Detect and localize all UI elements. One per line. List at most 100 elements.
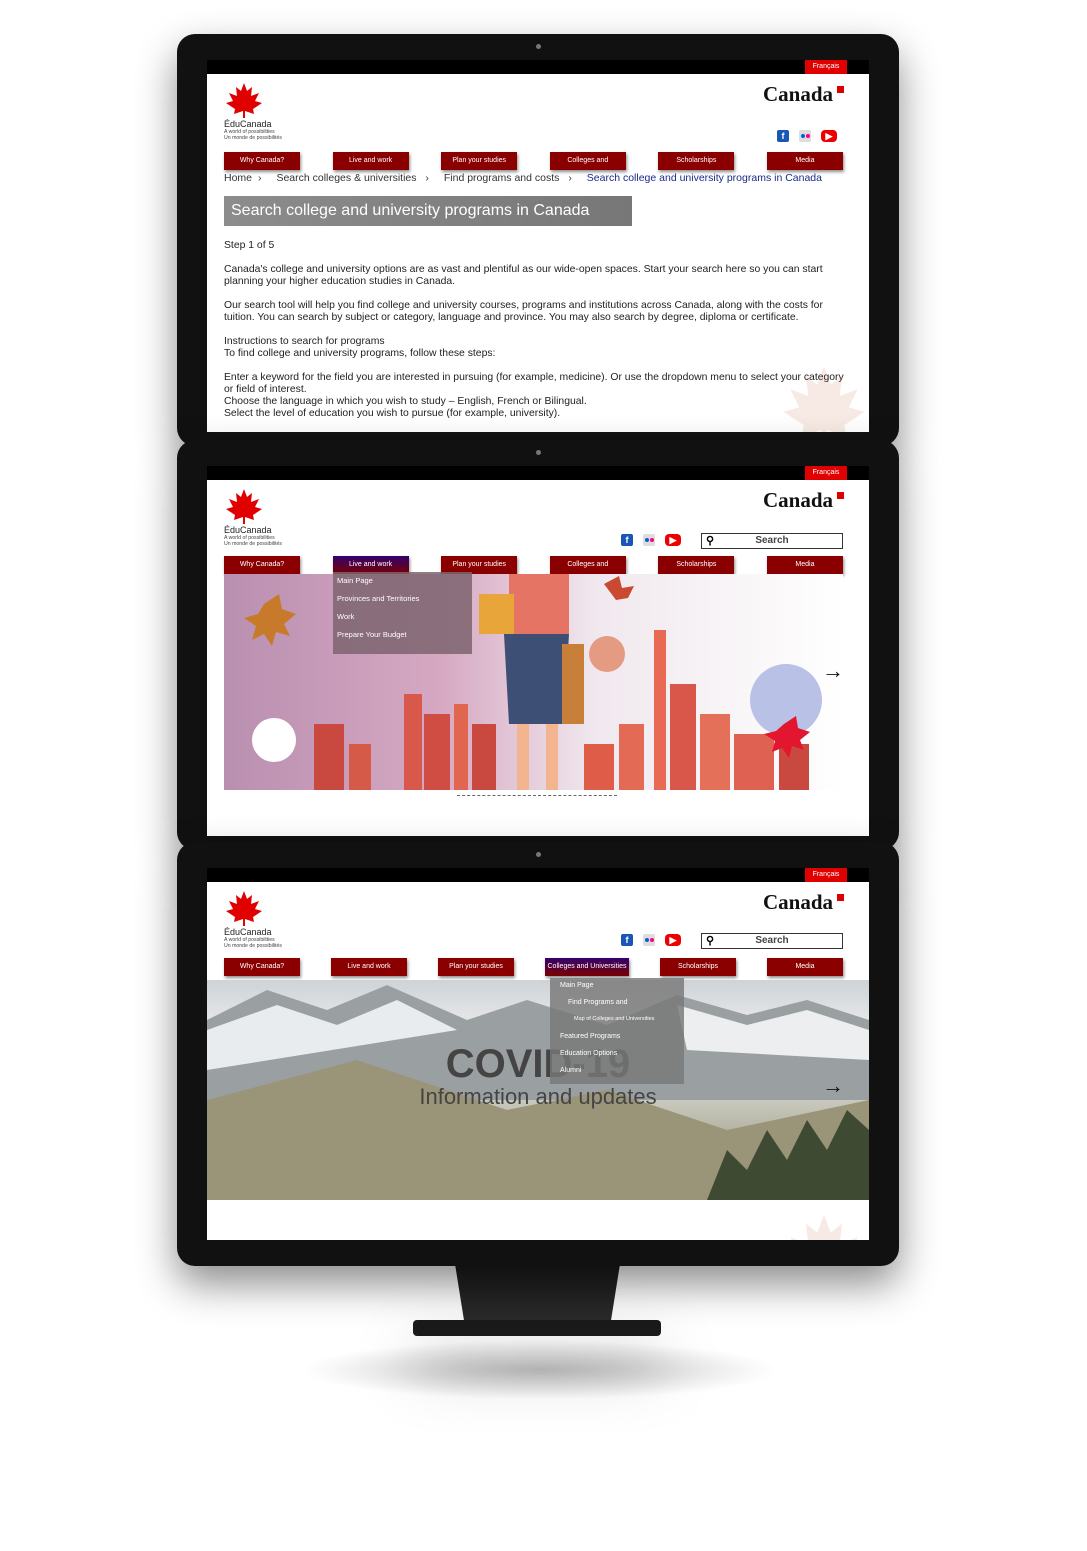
- carousel-next-arrow-icon[interactable]: →: [822, 1073, 844, 1099]
- educanada-logo[interactable]: ÉduCanada A world of possibilities Un mo…: [224, 82, 304, 146]
- canada-flag-icon: [834, 86, 844, 93]
- nav-why-canada[interactable]: Why Canada?: [224, 556, 300, 574]
- nav-media[interactable]: Media: [766, 152, 843, 170]
- nav-colleges-and-universities[interactable]: Colleges and Universities: [549, 152, 626, 182]
- nav-colleges-and-universities[interactable]: Colleges and Universities: [549, 556, 626, 586]
- dropdown-item-main-page[interactable]: Main Page: [337, 576, 468, 594]
- logo-tagline-fr: Un monde de possibilités: [224, 943, 282, 949]
- monitor-stand-base: [413, 1320, 661, 1336]
- carousel-next-arrow-icon[interactable]: →: [822, 658, 844, 684]
- dropdown-item-alumni[interactable]: Alumni: [556, 1067, 678, 1084]
- nav-media[interactable]: Media: [766, 556, 843, 574]
- facebook-icon[interactable]: f: [777, 130, 789, 142]
- covid-title: COVID-19: [445, 1042, 631, 1086]
- nav-why-canada[interactable]: Why Canada?: [224, 958, 300, 976]
- logo-name: ÉduCanada: [224, 525, 272, 535]
- canada-wordmark-text: Canada: [762, 488, 833, 512]
- top-bar: [207, 60, 869, 74]
- main-nav: Why Canada? Live and work Plan your stud…: [224, 152, 843, 182]
- canada-flag-icon: [834, 492, 844, 499]
- logo-name: ÉduCanada: [224, 927, 272, 937]
- dropdown-item-main-page[interactable]: Main Page: [556, 982, 678, 999]
- educanada-logo[interactable]: ÉduCanada A world of possibilities Un mo…: [224, 890, 304, 954]
- top-bar: [207, 868, 869, 882]
- francais-link[interactable]: Français: [805, 466, 847, 480]
- canada-wordmark-text: Canada: [762, 82, 833, 106]
- screen-live-and-work-menu: Français ÉduCanada A world of possibilit…: [207, 466, 869, 836]
- nav-live-and-work[interactable]: Live and work: [332, 152, 409, 170]
- maple-leaf-icon: [226, 489, 262, 524]
- breadcrumb-find-programs[interactable]: Find programs and costs: [444, 172, 560, 184]
- nav-colleges-and-universities[interactable]: Colleges and Universities: [545, 958, 629, 976]
- breadcrumb-separator: ›: [565, 172, 572, 184]
- maple-leaf-watermark-icon: [790, 1214, 858, 1240]
- logo-tagline-fr: Un monde de possibilités: [224, 541, 282, 547]
- nav-plan-your-studies[interactable]: Plan your studies: [441, 152, 518, 170]
- flickr-icon[interactable]: [799, 130, 811, 142]
- dropdown-item-budget[interactable]: Prepare Your Budget: [337, 630, 468, 648]
- search-icon: ⚲: [706, 535, 715, 547]
- floor-shadow: [300, 1340, 780, 1400]
- maple-leaf-icon: [226, 891, 262, 926]
- monitor-stand-neck: [455, 1264, 620, 1326]
- main-nav: Why Canada? Live and work Plan your stud…: [224, 556, 843, 586]
- city-student-illustration: [244, 574, 822, 790]
- breadcrumb-search-colleges[interactable]: Search colleges & universities: [276, 172, 416, 184]
- youtube-icon[interactable]: ▶: [665, 534, 681, 546]
- youtube-icon[interactable]: ▶: [665, 934, 681, 946]
- search-placeholder: Search: [755, 535, 789, 546]
- article-body: Step 1 of 5 Canada's college and univers…: [224, 240, 844, 420]
- main-nav: Why Canada? Live and work Plan your stud…: [224, 958, 843, 976]
- page-title: Search college and university programs i…: [224, 196, 632, 226]
- instruction-step: Select the level of education you wish t…: [224, 408, 561, 419]
- search-icon: ⚲: [706, 935, 715, 947]
- dropdown-item-map-colleges[interactable]: Map of Colleges and Universities: [556, 1016, 678, 1033]
- search-input[interactable]: ⚲ Search: [701, 933, 843, 949]
- dropdown-item-work[interactable]: Work: [337, 612, 468, 630]
- canada-wordmark: Canada: [763, 488, 844, 513]
- youtube-icon[interactable]: ▶: [821, 130, 837, 142]
- breadcrumb: Home › Search colleges & universities › F…: [224, 172, 828, 184]
- nav-media[interactable]: Media: [767, 958, 843, 976]
- carousel-indicator-line: [457, 795, 617, 796]
- search-input[interactable]: ⚲ Search: [701, 533, 843, 549]
- nav-scholarships[interactable]: Scholarships: [658, 556, 735, 574]
- breadcrumb-current: Search college and university programs i…: [586, 172, 822, 184]
- nav-why-canada[interactable]: Why Canada?: [224, 152, 300, 170]
- dropdown-item-provinces[interactable]: Provinces and Territories: [337, 594, 468, 612]
- camera-dot: [536, 44, 541, 49]
- educanada-logo[interactable]: ÉduCanada A world of possibilities Un mo…: [224, 488, 304, 552]
- dropdown-item-find-programs[interactable]: Find Programs and: [556, 999, 678, 1016]
- dropdown-item-education-options[interactable]: Education Options: [556, 1050, 678, 1067]
- francais-link[interactable]: Français: [805, 60, 847, 74]
- search-placeholder: Search: [755, 935, 789, 946]
- nav-scholarships[interactable]: Scholarships: [660, 958, 736, 976]
- covid-subtitle: Information and updates: [419, 1084, 657, 1109]
- nav-plan-your-studies[interactable]: Plan your studies: [438, 958, 514, 976]
- canada-flag-icon: [834, 894, 844, 901]
- top-bar: [207, 466, 869, 480]
- canada-wordmark: Canada: [763, 890, 844, 915]
- colleges-dropdown: Main Page Find Programs and Map of Colle…: [550, 978, 684, 1084]
- monitor-3: Français ÉduCanada A world of possibilit…: [177, 842, 899, 1266]
- logo-tagline-fr: Un monde de possibilités: [224, 135, 282, 141]
- monitor-2: Français ÉduCanada A world of possibilit…: [177, 440, 899, 850]
- search-tool-paragraph: Our search tool will help you find colle…: [224, 300, 823, 323]
- facebook-icon[interactable]: f: [621, 934, 633, 946]
- dropdown-item-featured-programs[interactable]: Featured Programs: [556, 1033, 678, 1050]
- hero-carousel-illustration: [224, 574, 843, 790]
- canada-wordmark: Canada: [763, 82, 844, 107]
- breadcrumb-home[interactable]: Home: [224, 172, 252, 184]
- canada-wordmark-text: Canada: [762, 890, 833, 914]
- nav-scholarships[interactable]: Scholarships: [658, 152, 735, 170]
- facebook-icon[interactable]: f: [621, 534, 633, 546]
- flickr-icon[interactable]: [643, 534, 655, 546]
- instructions-intro: To find college and university programs,…: [224, 348, 496, 359]
- intro-paragraph: Canada's college and university options …: [224, 264, 823, 287]
- instruction-step: Enter a keyword for the field you are in…: [224, 372, 844, 395]
- screen-search-programs: Français ÉduCanada A world of possibilit…: [207, 60, 869, 432]
- francais-link[interactable]: Français: [805, 868, 847, 882]
- nav-live-and-work[interactable]: Live and work: [331, 958, 407, 976]
- flickr-icon[interactable]: [643, 934, 655, 946]
- mockup-scene: Français ÉduCanada A world of possibilit…: [0, 0, 1087, 1551]
